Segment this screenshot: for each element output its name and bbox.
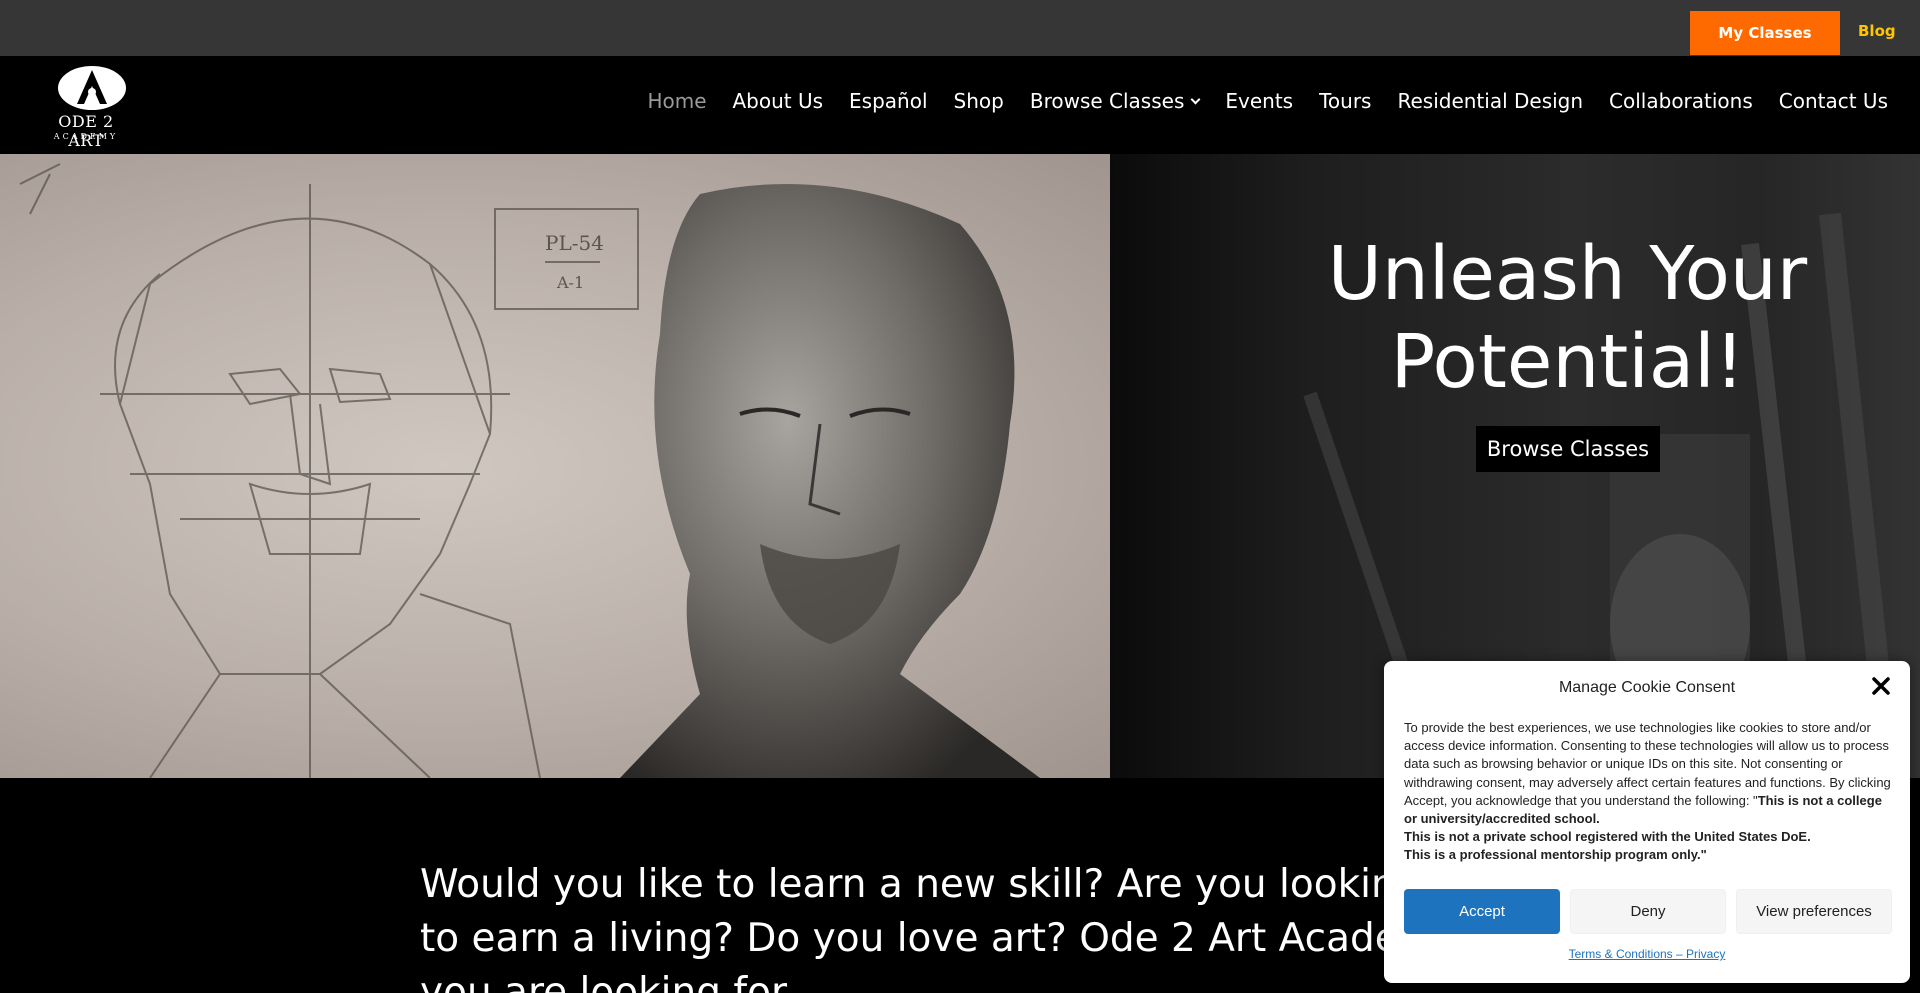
cookie-notice-3: This is a professional mentorship progra… <box>1404 847 1707 863</box>
cookie-notice-2: This is not a private school registered … <box>1404 829 1811 845</box>
blog-link[interactable]: Blog <box>1858 22 1896 40</box>
hero-title-line-2: Potential! <box>1390 319 1745 405</box>
close-icon[interactable] <box>1870 675 1892 697</box>
logo-name: ODE 2 ART <box>58 112 114 150</box>
nav-browse-classes-label: Browse Classes <box>1029 89 1185 113</box>
view-preferences-button[interactable]: View preferences <box>1736 889 1892 934</box>
nav-shop[interactable]: Shop <box>954 89 1004 113</box>
deny-button[interactable]: Deny <box>1570 889 1726 934</box>
my-classes-button[interactable]: My Classes <box>1690 11 1840 55</box>
terms-privacy-link[interactable]: Terms & Conditions – Privacy <box>1384 947 1910 961</box>
hero-drawing-image: PL-54 A-1 <box>0 154 1110 778</box>
nav-contact-us[interactable]: Contact Us <box>1779 89 1888 113</box>
chevron-down-icon <box>1190 94 1201 104</box>
nav-home[interactable]: Home <box>647 89 706 113</box>
cookie-consent-dialog: Manage Cookie Consent To provide the bes… <box>1384 661 1910 983</box>
nav-about-us[interactable]: About Us <box>733 89 824 113</box>
nav-residential-design[interactable]: Residential Design <box>1397 89 1583 113</box>
nav-collaborations[interactable]: Collaborations <box>1609 89 1753 113</box>
drawing-label-top: PL-54 <box>545 231 604 255</box>
browse-classes-button[interactable]: Browse Classes <box>1476 426 1660 472</box>
logo-icon <box>58 66 126 110</box>
nav-browse-classes[interactable]: Browse Classes <box>1029 89 1201 113</box>
hero-title: Unleash Your Potential! <box>1230 230 1905 406</box>
cookie-body: To provide the best experiences, we use … <box>1404 719 1892 865</box>
site-logo[interactable]: ODE 2 ART ACADEMY <box>40 64 132 150</box>
cookie-title: Manage Cookie Consent <box>1558 679 1736 696</box>
logo-subtitle: ACADEMY <box>53 132 119 141</box>
drawing-label-bottom: A-1 <box>556 273 584 292</box>
sketch-and-bust-illustration: PL-54 A-1 <box>19 163 1040 778</box>
main-nav: Home About Us Español Shop Browse Classe… <box>621 89 1888 113</box>
hero-title-line-1: Unleash Your <box>1327 231 1808 317</box>
nav-tours[interactable]: Tours <box>1319 89 1371 113</box>
cookie-buttons: Accept Deny View preferences <box>1404 889 1892 934</box>
nav-espanol[interactable]: Español <box>849 89 927 113</box>
main-header: ODE 2 ART ACADEMY Home About Us Español … <box>0 56 1920 154</box>
top-bar: My Classes Blog <box>0 0 1920 56</box>
nav-events[interactable]: Events <box>1225 89 1293 113</box>
accept-button[interactable]: Accept <box>1404 889 1560 934</box>
